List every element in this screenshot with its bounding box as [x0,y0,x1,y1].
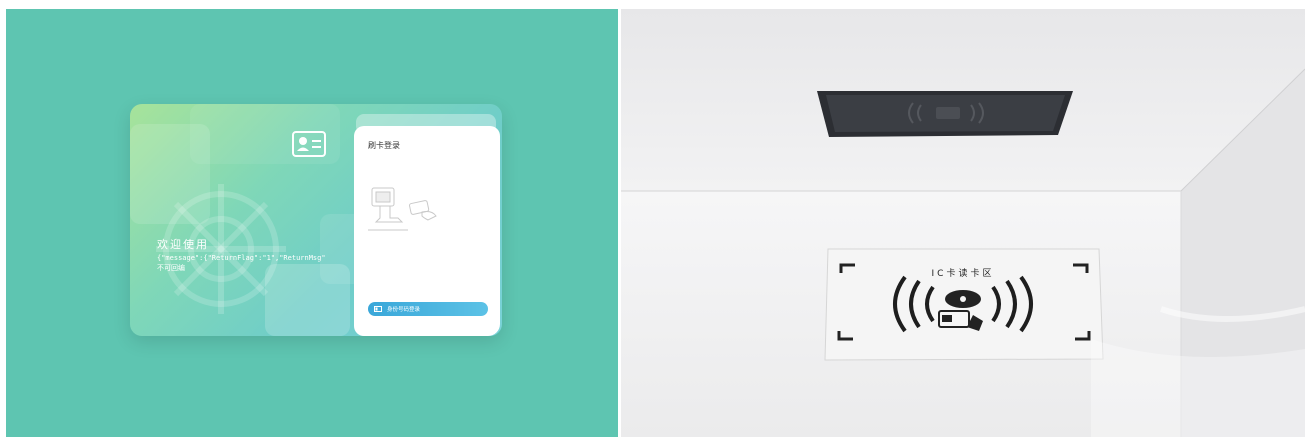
reader-scene-illustration: IC卡读卡区 [621,9,1305,437]
kiosk-login-screen: 欢迎使用 {"message":{"ReturnFlag":"1","Retur… [6,9,618,437]
login-card: 欢迎使用 {"message":{"ReturnFlag":"1","Retur… [130,104,502,336]
sub-message-text: 不可回编 [157,264,185,272]
button-label: 身份号码登录 [387,307,421,313]
decor-shape [265,264,350,336]
reader-area-label: IC卡读卡区 [932,267,995,279]
panel-title: 刷卡登录 [368,141,400,150]
id-card-icon [292,131,326,157]
card-reader-photo: IC卡读卡区 [621,9,1305,437]
card-login-panel: 刷卡登录 身份号码登录 [354,126,500,336]
card-reader-illustration-icon [368,187,437,231]
welcome-title: 欢迎使用 [157,238,209,251]
error-message-text: {"message":{"ReturnFlag":"1","ReturnMsg" [157,254,326,262]
id-number-login-button[interactable]: 身份号码登录 [368,302,488,316]
card-icon [374,306,382,312]
composite-screenshot: 欢迎使用 {"message":{"ReturnFlag":"1","Retur… [0,0,1305,437]
